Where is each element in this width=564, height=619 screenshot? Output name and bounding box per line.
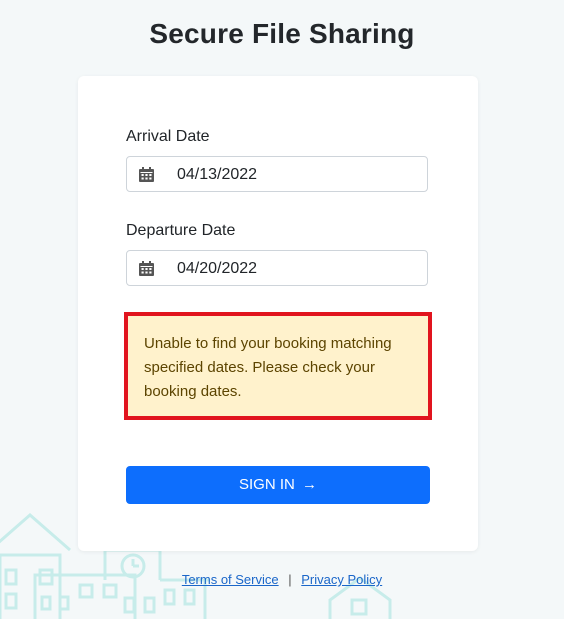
footer-separator: | xyxy=(288,572,292,587)
booking-form-card: Arrival Date 04/13/2022 Departure Date 0… xyxy=(78,76,478,551)
sign-in-label: SIGN IN xyxy=(238,476,295,493)
departure-date-value: 04/20/2022 xyxy=(177,260,258,277)
arrow-right-icon: → xyxy=(302,476,317,493)
sign-in-button[interactable]: SIGN IN → xyxy=(126,466,430,504)
calendar-icon xyxy=(139,261,154,276)
arrival-date-label: Arrival Date xyxy=(126,128,210,145)
terms-of-service-link[interactable]: Terms of Service xyxy=(182,572,279,587)
calendar-icon xyxy=(139,167,154,182)
booking-error-alert: Unable to find your booking matching spe… xyxy=(124,312,432,420)
arrival-date-value: 04/13/2022 xyxy=(177,166,258,183)
privacy-policy-link[interactable]: Privacy Policy xyxy=(301,572,382,587)
page-title: Secure File Sharing xyxy=(149,18,415,49)
alert-message: Unable to find your booking matching spe… xyxy=(144,335,392,400)
footer-links: Terms of Service | Privacy Policy xyxy=(0,572,564,587)
departure-date-label: Departure Date xyxy=(126,222,236,239)
arrival-date-input[interactable]: 04/13/2022 xyxy=(126,156,428,192)
departure-date-input[interactable]: 04/20/2022 xyxy=(126,250,428,286)
